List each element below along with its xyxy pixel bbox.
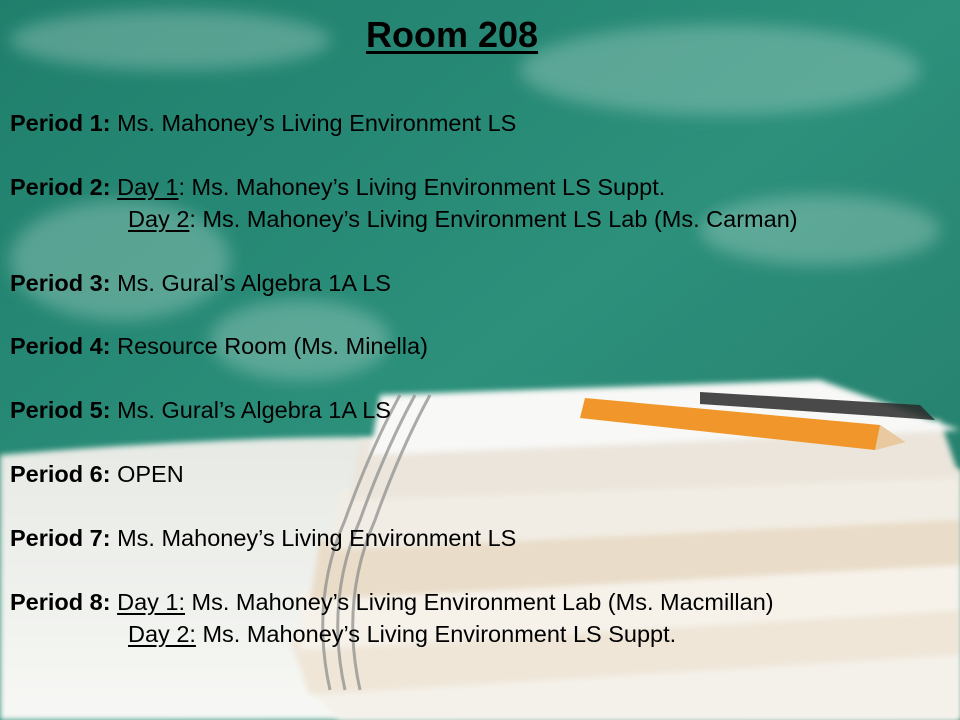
period-label: Period 4: <box>10 333 111 359</box>
period-label: Period 6: <box>10 461 111 487</box>
period-4-line: Period 4: Resource Room (Ms. Minella) <box>10 331 428 361</box>
period-label: Period 3: <box>10 270 111 296</box>
period-text: Ms. Mahoney’s Living Environment LS Supp… <box>195 621 677 647</box>
period-label: Period 1: <box>10 110 111 136</box>
period-3-line: Period 3: Ms. Gural’s Algebra 1A LS <box>10 268 391 298</box>
period-text: Resource Room (Ms. Minella) <box>110 333 428 359</box>
period-7-line: Period 7: Ms. Mahoney’s Living Environme… <box>10 523 516 553</box>
period-8-line: Period 8: Day 1: Ms. Mahoney’s Living En… <box>10 587 774 617</box>
period-5-line: Period 5: Ms. Gural’s Algebra 1A LS <box>10 395 391 425</box>
page-title: Room 208 <box>365 14 539 55</box>
day-2-label: Day 2: <box>128 621 196 647</box>
period-text: Ms. Mahoney’s Living Environment Lab (Ms… <box>185 589 774 615</box>
period-text: Ms. Gural’s Algebra 1A LS <box>110 270 391 296</box>
period-text: : Ms. Mahoney’s Living Environment LS La… <box>189 206 798 232</box>
period-label: Period 7: <box>10 525 111 551</box>
period-6-line: Period 6: OPEN <box>10 459 184 489</box>
period-text: Ms. Gural’s Algebra 1A LS <box>110 397 391 423</box>
period-text: : Ms. Mahoney’s Living Environment LS Su… <box>178 174 666 200</box>
period-text: OPEN <box>110 461 184 487</box>
period-text: Ms. Mahoney’s Living Environment LS <box>110 525 517 551</box>
period-8-day-2-line: Day 2: Ms. Mahoney’s Living Environment … <box>128 619 676 649</box>
period-1-line: Period 1: Ms. Mahoney’s Living Environme… <box>10 108 516 138</box>
period-label: Period 5: <box>10 397 111 423</box>
day-1-label: Day 1 <box>117 174 179 200</box>
day-2-label: Day 2 <box>128 206 190 232</box>
period-2-day-2-line: Day 2: Ms. Mahoney’s Living Environment … <box>128 204 798 234</box>
period-label: Period 8: <box>10 589 111 615</box>
period-2-line: Period 2: Day 1: Ms. Mahoney’s Living En… <box>10 172 665 202</box>
period-text: Ms. Mahoney’s Living Environment LS <box>110 110 517 136</box>
period-label: Period 2: <box>10 174 111 200</box>
day-1-label: Day 1: <box>117 589 186 615</box>
